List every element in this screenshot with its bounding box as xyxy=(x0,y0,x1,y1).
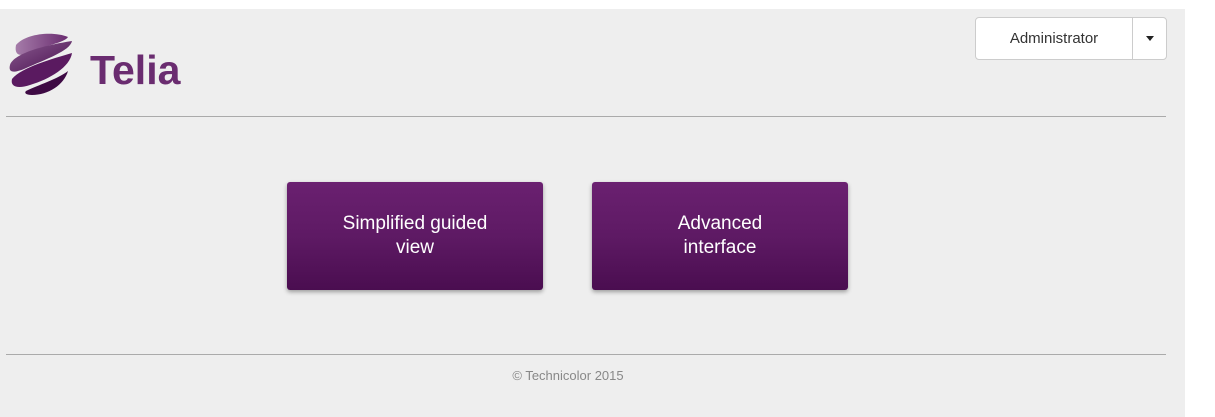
header-divider xyxy=(6,116,1166,117)
simplified-guided-view-button[interactable]: Simplified guided view xyxy=(287,182,543,290)
user-dropdown[interactable]: Administrator xyxy=(975,17,1167,60)
right-edge xyxy=(1185,9,1215,417)
logo-text: Telia xyxy=(90,46,181,93)
copyright-text: © Technicolor 2015 xyxy=(512,368,624,383)
user-dropdown-toggle[interactable] xyxy=(1133,18,1166,59)
advanced-interface-button[interactable]: Advanced interface xyxy=(592,182,848,290)
footer-divider xyxy=(6,354,1166,355)
telia-logo: Telia xyxy=(6,27,180,99)
user-role-button[interactable]: Administrator xyxy=(976,18,1133,59)
telia-logo-icon xyxy=(9,33,73,95)
caret-down-icon xyxy=(1145,36,1154,41)
